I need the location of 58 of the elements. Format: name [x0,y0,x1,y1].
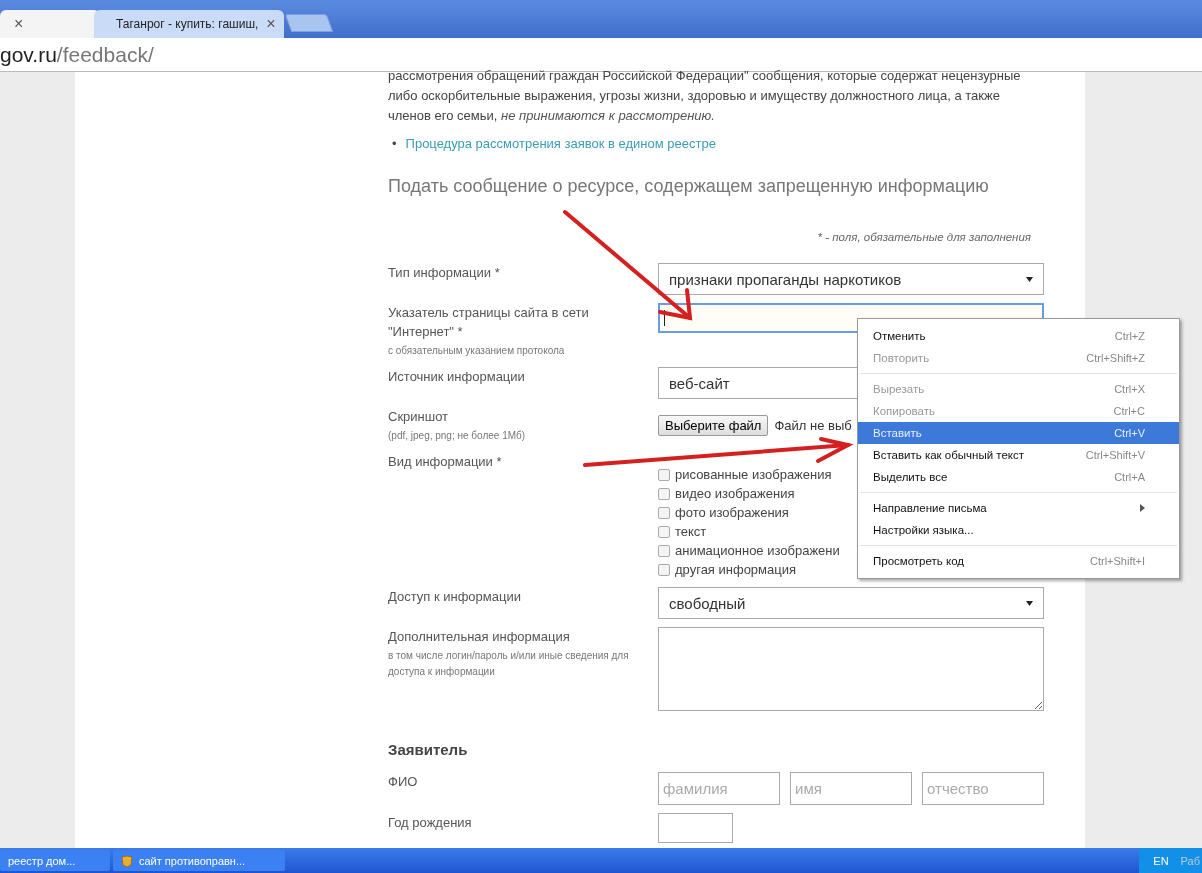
field-hint: (pdf, jpeg, png; не более 1Мб) [388,429,527,443]
field-label: Скриншот [388,408,450,426]
choose-file-button[interactable]: Выберите файл [658,415,769,436]
field-label: ФИО [388,773,419,791]
menu-item[interactable]: Просмотреть код Ctrl+Shift+I [858,550,1179,572]
select-field[interactable]: свободный [658,587,1044,619]
field-hint: в том числе логин/пароль и/или иные сведения для доступа к информации [388,649,630,679]
url-path: /feedback/ [56,42,154,67]
menu-item[interactable]: Вставить как обычный текст Ctrl+Shift+V [858,444,1179,466]
name-field[interactable]: фамилия [658,772,780,805]
new-tab-button[interactable] [284,14,334,32]
name-field[interactable]: имя [790,772,912,805]
taskbar-button[interactable]: сайт противоправн... [113,850,285,871]
checkbox[interactable] [658,526,670,538]
field-label: Год рождения [388,814,473,832]
checkbox[interactable] [658,545,670,557]
field-label: Тип информации * [388,264,501,282]
close-tab-button[interactable]: × [14,15,24,33]
menu-item[interactable]: Направление письма [858,497,1179,519]
browser-tab[interactable]: Таганрог - купить: гашиш, × [94,10,284,38]
menu-item[interactable]: Вставить Ctrl+V [858,422,1179,444]
checkbox-label: другая информация [675,561,797,579]
field-label: Источник информации [388,368,526,386]
select-field[interactable]: признаки пропаганды наркотиков [658,263,1044,295]
checkbox[interactable] [658,507,670,519]
url-host: gov.ru [0,42,57,67]
submenu-arrow-icon [1140,504,1145,512]
name-field[interactable]: отчество [922,772,1044,805]
field-label: Вид информации * [388,453,503,471]
year-field[interactable] [658,813,733,843]
app-icon [121,854,133,867]
checkbox-label: рисованные изображения [675,466,832,484]
checkbox-label: фото изображения [675,504,789,522]
text-area[interactable] [658,627,1044,711]
required-note: * - поля, обязательные для заполнения [816,231,1031,243]
checkbox[interactable] [658,469,670,481]
checkbox-label: текст [675,523,707,541]
checkbox-label: видео изображения [675,485,795,503]
field-label: Указатель страницы сайта в сети "Интернет" * [388,304,590,341]
checkbox[interactable] [658,488,670,500]
checkbox[interactable] [658,564,670,576]
intro-paragraph: рассмотрения обращений граждан Российской Федерации" сообщения, которые содержат нецензурные либо оскорбительные выражения, угрозы жизни, здоровью и имуществу должностного лица, а также членов его семьи, не принимаются к рассмотрению. [388,67,1022,125]
tray-text: Раб [1180,854,1200,867]
file-status: Файл не выб [774,418,852,433]
tab-title: Таганрог - купить: гашиш, [116,17,259,31]
taskbar-button[interactable]: реестр дом... [0,850,110,871]
field-hint: с обязательным указанием протокола [388,344,566,358]
close-tab-button[interactable]: × [266,15,276,33]
applicant-heading: Заявитель [388,741,469,758]
menu-item[interactable]: Отменить Ctrl+Z [858,325,1179,347]
text-cursor-icon [664,310,665,326]
form-title: Подать сообщение о ресурсе, содержащем запрещенную информацию [388,176,990,197]
menu-item[interactable]: Выделить все Ctrl+A [858,466,1179,488]
menu-item[interactable]: Настройки языка... [858,519,1179,541]
field-label: Доступ к информации [388,588,522,606]
bullet: • [392,135,397,153]
field-label: Дополнительная информация [388,628,571,646]
checkbox-label: анимационное изображени [675,542,840,560]
